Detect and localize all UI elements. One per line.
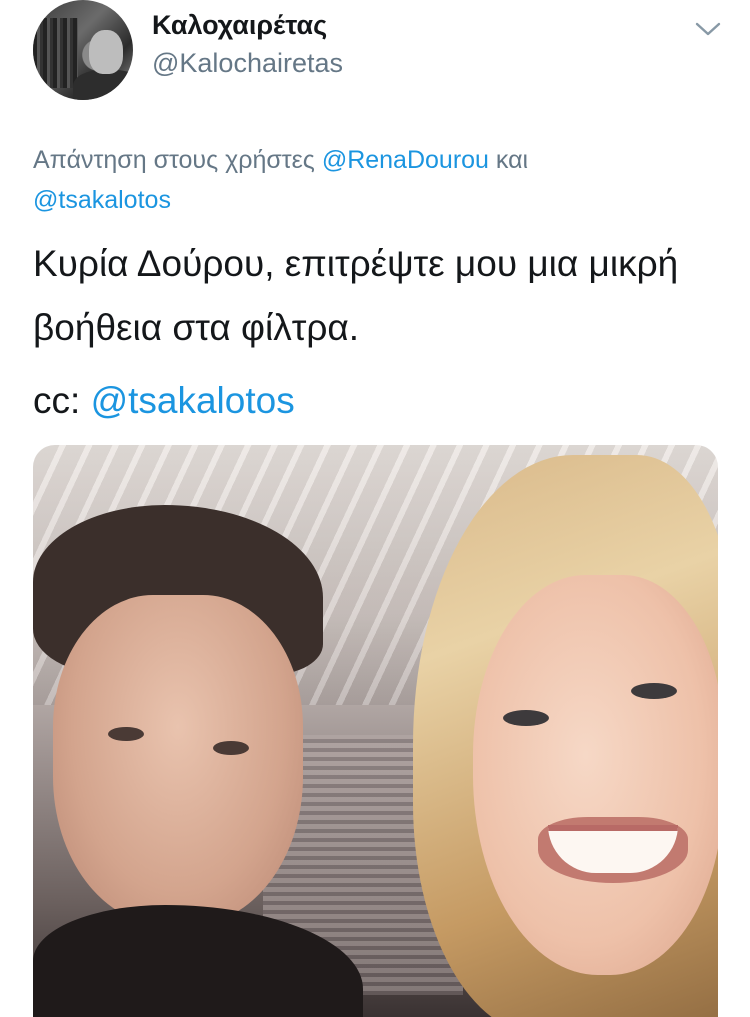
avatar-body bbox=[73, 70, 133, 100]
photo-woman-face bbox=[473, 575, 718, 975]
reply-conjunction: και bbox=[495, 146, 529, 174]
photo-woman-eye-right bbox=[631, 683, 677, 699]
photo-woman-eye-left bbox=[503, 710, 549, 726]
cc-line: cc: @tsakalotos bbox=[33, 376, 295, 426]
reply-prefix: Απάντηση στους χρήστες bbox=[33, 146, 315, 174]
photo-man-eye-right bbox=[213, 741, 249, 755]
tweet-text: Κυρία Δούρου, επιτρέψτε μου μια μικρή βο… bbox=[33, 243, 679, 348]
display-name[interactable]: Καλοχαιρέτας bbox=[152, 10, 327, 41]
photo-man-eye-left bbox=[108, 727, 144, 741]
user-handle[interactable]: @Kalochairetas bbox=[152, 48, 343, 79]
avatar[interactable] bbox=[33, 0, 133, 100]
avatar-bookshelf bbox=[33, 18, 78, 88]
reply-context: Απάντηση στους χρήστες @RenaDourou και @… bbox=[33, 140, 673, 220]
chevron-down-icon[interactable] bbox=[694, 18, 722, 40]
avatar-face bbox=[89, 30, 123, 74]
mention-tsakalotos[interactable]: @tsakalotos bbox=[33, 186, 171, 214]
tweet-photo[interactable] bbox=[33, 445, 718, 1017]
cc-mention-tsakalotos[interactable]: @tsakalotos bbox=[91, 380, 295, 421]
cc-prefix: cc: bbox=[33, 380, 81, 421]
photo-man-face bbox=[53, 595, 303, 925]
tweet: Καλοχαιρέτας @Kalochairetas Απάντηση στο… bbox=[0, 0, 750, 1017]
mention-renadourou[interactable]: @RenaDourou bbox=[322, 146, 489, 174]
